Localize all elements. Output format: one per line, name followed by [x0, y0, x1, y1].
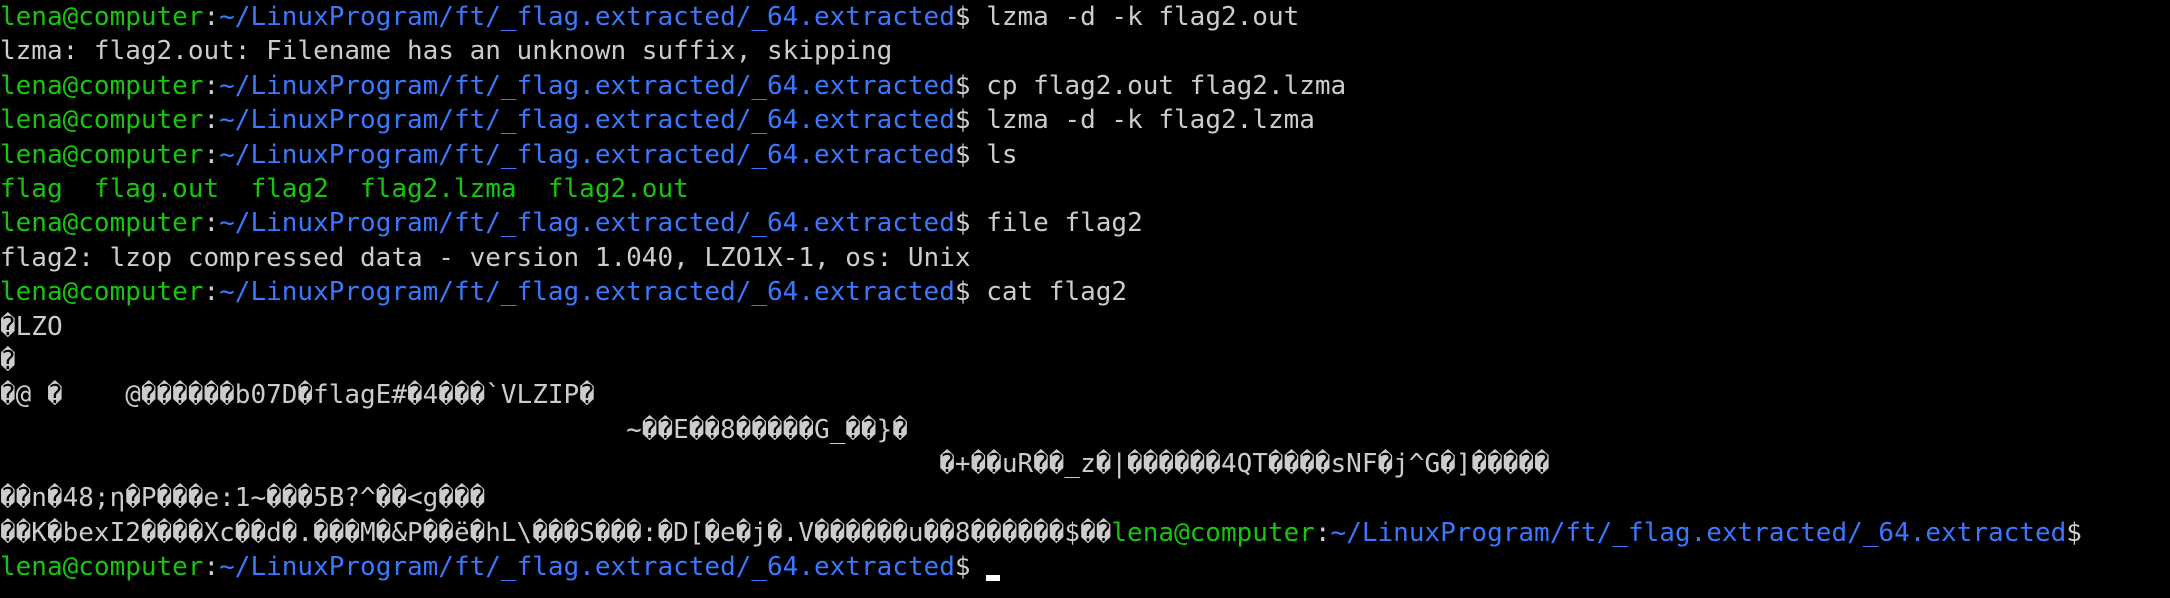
- prompt-symbol: $: [954, 105, 987, 136]
- command-text: file flag2: [986, 208, 1143, 239]
- binary-output-line: ~��E��8�����G_��}�: [0, 413, 2170, 447]
- prompt-user-host: lena@computer: [0, 2, 204, 32]
- binary-output-line: �LZO: [0, 310, 2170, 344]
- binary-output-text: ~��E��8�����G_��}�: [0, 414, 908, 445]
- prompt-separator: :: [203, 105, 220, 136]
- prompt-user-host: lena@computer: [0, 105, 204, 136]
- output-text: flag2: lzop compressed data - version 1.…: [0, 242, 971, 273]
- prompt-user-host: lena@computer: [0, 277, 204, 308]
- prompt-user-host: lena@computer: [0, 208, 204, 239]
- binary-output-text: �: [0, 345, 16, 376]
- prompt-path: ~/LinuxProgram/ft/_flag.extracted/_64.ex…: [219, 208, 955, 239]
- prompt-symbol: $: [954, 70, 987, 101]
- prompt-symbol: $: [954, 2, 987, 32]
- command-line: lena@computer:~/LinuxProgram/ft/_flag.ex…: [0, 275, 2170, 309]
- binary-output-line: �+��uR��_z�|������4QT����sNF�j^G�]�����: [0, 447, 2170, 481]
- prompt-separator: :: [203, 139, 220, 170]
- binary-output-line: ��n�48;η�P���e:1~���5B?^��<g���: [0, 481, 2170, 515]
- binary-output-text: ��n�48;η�P���e:1~���5B?^��<g���: [0, 483, 486, 514]
- prompt-separator: :: [203, 277, 220, 308]
- prompt-separator: :: [203, 208, 220, 239]
- prompt-user-host: lena@computer: [0, 552, 204, 583]
- prompt-path: ~/LinuxProgram/ft/_flag.extracted/_64.ex…: [219, 552, 955, 583]
- command-text: ls: [986, 139, 1018, 170]
- prompt-user-host: lena@computer: [0, 139, 204, 170]
- prompt-path: ~/LinuxProgram/ft/_flag.extracted/_64.ex…: [219, 277, 955, 308]
- file-listing-line: flag flag.out flag2 flag2.lzma flag2.out: [0, 172, 2170, 206]
- prompt-symbol: $: [2066, 517, 2082, 548]
- binary-output-text: �LZO: [0, 311, 63, 342]
- prompt-path: ~/LinuxProgram/ft/_flag.extracted/_64.ex…: [1330, 517, 2067, 548]
- output-text: lzma: flag2.out: Filename has an unknown…: [0, 36, 893, 67]
- prompt-user-host: lena@computer: [1111, 517, 1315, 548]
- output-line: lzma: flag2.out: Filename has an unknown…: [0, 34, 2170, 68]
- prompt-path: ~/LinuxProgram/ft/_flag.extracted/_64.ex…: [219, 2, 955, 32]
- prompt-separator: :: [203, 552, 220, 583]
- prompt-path: ~/LinuxProgram/ft/_flag.extracted/_64.ex…: [219, 139, 955, 170]
- prompt-symbol: $: [954, 139, 987, 170]
- active-prompt-line[interactable]: lena@computer:~/LinuxProgram/ft/_flag.ex…: [0, 550, 2170, 584]
- prompt-symbol: $: [954, 277, 987, 308]
- prompt-path: ~/LinuxProgram/ft/_flag.extracted/_64.ex…: [219, 70, 955, 101]
- command-text: cp flag2.out flag2.lzma: [986, 70, 1347, 101]
- cursor[interactable]: [986, 575, 1001, 582]
- prompt-symbol: $: [954, 208, 987, 239]
- binary-output-line: �@ � @������b07D�flagE#�4���`VLZIP�: [0, 378, 2170, 412]
- prompt-user-host: lena@computer: [0, 70, 204, 101]
- command-text: lzma -d -k flag2.lzma: [986, 105, 1315, 136]
- prompt-separator: :: [203, 70, 220, 101]
- command-line: lena@computer:~/LinuxProgram/ft/_flag.ex…: [0, 206, 2170, 240]
- binary-output-text: �+��uR��_z�|������4QT����sNF�j^G�]�����: [0, 449, 1550, 480]
- prompt-path: ~/LinuxProgram/ft/_flag.extracted/_64.ex…: [219, 105, 955, 136]
- prompt-symbol: $: [954, 552, 987, 583]
- binary-output-line: �: [0, 344, 2170, 378]
- binary-output-text: ��K�bexI2����Xc��d�.���M�&P��ë�hL\���S��…: [0, 517, 1112, 548]
- output-line: flag2: lzop compressed data - version 1.…: [0, 241, 2170, 275]
- prompt-separator: :: [203, 2, 220, 32]
- command-line: lena@computer:~/LinuxProgram/ft/_flag.ex…: [0, 0, 2170, 34]
- command-line: lena@computer:~/LinuxProgram/ft/_flag.ex…: [0, 138, 2170, 172]
- binary-output-line: ��K�bexI2����Xc��d�.���M�&P��ë�hL\���S��…: [0, 516, 2170, 550]
- prompt-separator: :: [1314, 517, 1331, 548]
- command-line: lena@computer:~/LinuxProgram/ft/_flag.ex…: [0, 69, 2170, 103]
- terminal-window[interactable]: lena@computer:~/LinuxProgram/ft/_flag.ex…: [0, 0, 2170, 598]
- file-listing-text: flag flag.out flag2 flag2.lzma flag2.out: [0, 173, 689, 204]
- binary-output-text: �@ � @������b07D�flagE#�4���`VLZIP�: [0, 380, 595, 411]
- command-line: lena@computer:~/LinuxProgram/ft/_flag.ex…: [0, 103, 2170, 137]
- command-text: cat flag2: [986, 277, 1128, 308]
- command-text: lzma -d -k flag2.out: [986, 2, 1300, 32]
